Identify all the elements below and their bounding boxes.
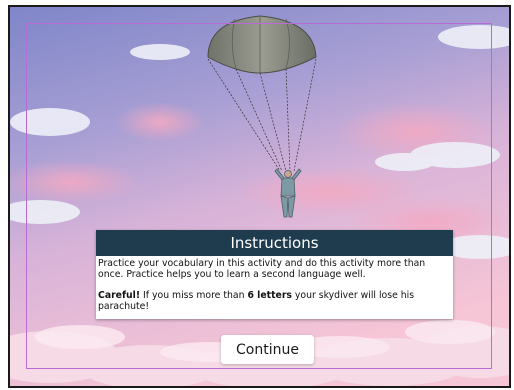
warning-text-prefix: If you miss more than (140, 290, 248, 301)
instructions-dialog: Instructions Practice your vocabulary in… (96, 230, 453, 319)
warning-label: Careful! (98, 290, 141, 301)
warning-paragraph: Careful! If you miss more than 6 letters… (98, 290, 450, 312)
sky-background (10, 7, 509, 386)
instructions-body: Practice your vocabulary in this activit… (96, 256, 453, 312)
game-frame: Instructions Practice your vocabulary in… (8, 5, 511, 388)
instructions-title: Instructions (96, 230, 453, 256)
letter-limit: 6 letters (247, 290, 292, 301)
continue-button[interactable]: Continue (221, 335, 314, 364)
instructions-paragraph: Practice your vocabulary in this activit… (98, 258, 426, 280)
